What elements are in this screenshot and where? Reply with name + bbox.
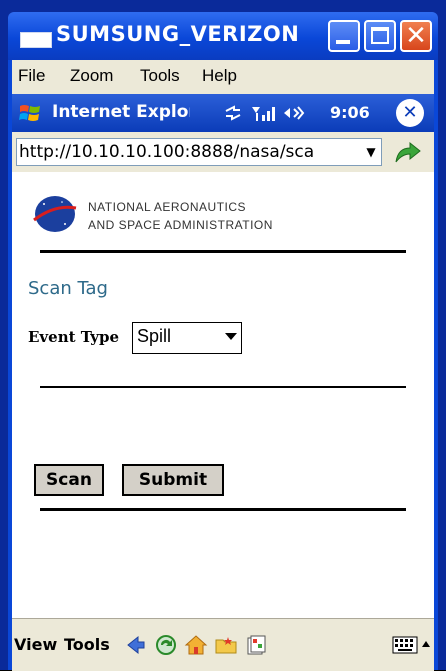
- back-icon[interactable]: [124, 633, 148, 657]
- device-frame: SUMSUNG_VERIZON ✕ File Zoom Tools Help I…: [0, 0, 446, 671]
- page-heading: Scan Tag: [28, 278, 108, 299]
- window-title: SUMSUNG_VERIZON: [56, 22, 300, 46]
- menu-bar: File Zoom Tools Help: [12, 60, 434, 94]
- divider: [40, 386, 406, 388]
- home-icon[interactable]: [184, 633, 208, 657]
- menu-tools[interactable]: Tools: [140, 66, 180, 86]
- address-bar: http://10.10.10.100:8888/nasa/sca ▼: [12, 132, 434, 172]
- chevron-down-icon: [225, 333, 237, 340]
- address-input[interactable]: http://10.10.10.100:8888/nasa/sca: [16, 138, 382, 166]
- menu-help[interactable]: Help: [202, 66, 237, 86]
- divider: [40, 250, 406, 253]
- maximize-icon: [371, 27, 389, 44]
- window-icon: [20, 32, 52, 48]
- scan-button[interactable]: Scan: [34, 464, 104, 496]
- view-menu[interactable]: View: [14, 635, 57, 654]
- event-type-select[interactable]: Spill: [132, 322, 242, 354]
- page-content: NATIONAL AERONAUTICS AND SPACE ADMINISTR…: [12, 172, 434, 618]
- event-type-value: Spill: [137, 326, 172, 346]
- connectivity-signal-volume-icon[interactable]: [224, 103, 320, 123]
- chevron-up-icon[interactable]: [420, 637, 432, 653]
- favorites-icon[interactable]: [214, 633, 238, 657]
- maximize-button[interactable]: [364, 20, 396, 52]
- browser-close-button[interactable]: ✕: [396, 99, 424, 127]
- address-dropdown-button[interactable]: ▼: [362, 139, 380, 165]
- close-icon: ✕: [405, 21, 427, 51]
- tools-menu[interactable]: Tools: [64, 635, 110, 654]
- browser-title-bar: Internet Explorer 9:06 ✕: [12, 94, 434, 132]
- windows-logo-icon[interactable]: [18, 101, 42, 125]
- close-button[interactable]: ✕: [400, 20, 432, 52]
- menu-file[interactable]: File: [18, 66, 45, 86]
- go-arrow-icon[interactable]: [392, 140, 422, 166]
- divider: [40, 508, 406, 511]
- browser-title: Internet Explorer: [52, 102, 190, 122]
- bottom-toolbar: View Tools: [12, 618, 434, 671]
- title-bar: SUMSUNG_VERIZON ✕: [8, 12, 438, 60]
- submit-button[interactable]: Submit: [122, 464, 224, 496]
- pages-icon[interactable]: [244, 633, 268, 657]
- status-icons: [224, 103, 320, 127]
- keyboard-icon[interactable]: [392, 635, 418, 655]
- event-type-label: Event Type: [28, 328, 120, 346]
- clock: 9:06: [330, 103, 370, 122]
- minimize-button[interactable]: [328, 20, 360, 52]
- chevron-down-icon: ▼: [366, 145, 376, 159]
- org-name-line2: AND SPACE ADMINISTRATION: [88, 218, 273, 232]
- minimize-icon: [336, 40, 350, 44]
- menu-zoom[interactable]: Zoom: [70, 66, 113, 86]
- close-icon: ✕: [402, 102, 418, 123]
- emulator-window: File Zoom Tools Help Internet Explorer: [8, 60, 438, 671]
- nasa-logo: [33, 196, 77, 232]
- org-name-line1: NATIONAL AERONAUTICS: [88, 200, 247, 214]
- refresh-icon[interactable]: [154, 633, 178, 657]
